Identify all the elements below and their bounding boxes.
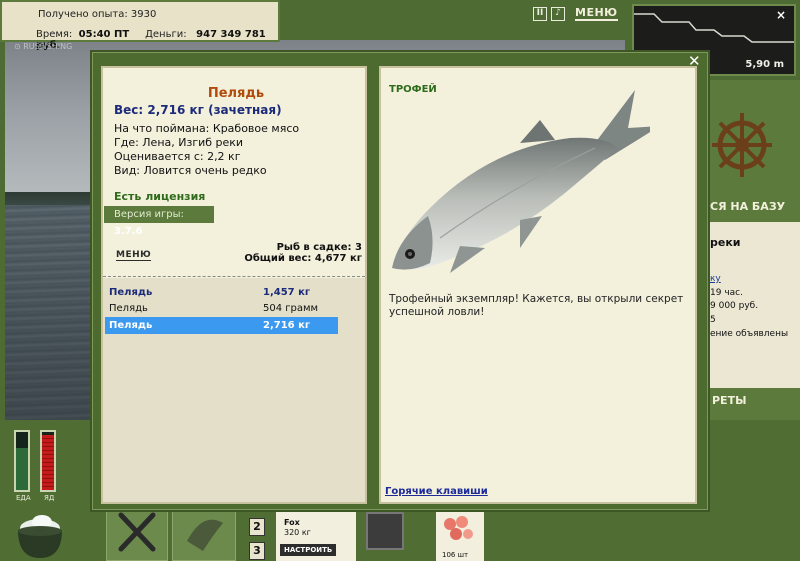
location-info-card: реки ку 19 час. 9 000 руб. 5 ение объявл… [708, 222, 800, 388]
location-fragment: реки [710, 236, 741, 249]
catch-row[interactable]: Пелядь 504 грамм [105, 300, 338, 317]
poison-level-bar [42, 434, 54, 490]
catch-fish-name: Пелядь [109, 287, 153, 298]
cage-fish-count: Рыб в садке: 3 [276, 242, 362, 253]
configure-button[interactable]: НАСТРОИТЬ [280, 544, 337, 556]
fish-rarity: Вид: Ловится очень редко [114, 164, 267, 177]
fish-name: Пелядь [207, 86, 265, 101]
fish-picture [392, 90, 650, 273]
experience-value: 3930 [130, 9, 157, 20]
time-value: 05:40 ПТ [78, 29, 130, 40]
bait-slot[interactable]: 106 шт [436, 512, 484, 561]
secrets-button[interactable]: РЕТЫ [712, 394, 746, 407]
shrimp-bait-icon [444, 516, 473, 540]
trophy-message: Трофейный экземпляр! Кажется, вы открыли… [389, 293, 684, 318]
main-menu-button[interactable]: МЕНЮ [575, 6, 618, 21]
tackle-slot[interactable]: Fox 320 кг НАСТРОИТЬ [276, 512, 356, 561]
catch-fish-weight: 2,716 кг [263, 320, 311, 331]
catch-row[interactable]: Пелядь 1,457 кг [105, 284, 338, 301]
location-link[interactable]: ку [710, 274, 721, 284]
experience-row: Получено опыта: 3930 [38, 9, 156, 20]
time-label: Время: [36, 29, 73, 40]
poison-gauge [40, 430, 56, 492]
cage-total-weight: Общий вес: 4,677 кг [244, 253, 362, 264]
trophy-threshold: Оценивается с: 2,2 кг [114, 150, 241, 163]
cauldron-icon[interactable] [10, 506, 70, 561]
caught-on-bait: На что поймана: Крабовое мясо [114, 122, 300, 135]
bait-count: 106 шт [442, 551, 469, 559]
slot-number-3[interactable]: 3 [249, 542, 265, 560]
money-label: Деньги: [145, 29, 187, 40]
version-value: 3.7.6 [114, 226, 143, 237]
info-line-1: 19 час. [710, 288, 743, 298]
catch-fish-weight: 1,457 кг [263, 287, 311, 298]
food-gauge [14, 430, 30, 492]
depth-value: 5,90 m [745, 59, 784, 70]
info-line-2: 9 000 руб. [710, 301, 759, 311]
sound-icon[interactable]: ♪ [551, 6, 565, 21]
list-divider [103, 276, 365, 277]
slot-number-2[interactable]: 2 [249, 518, 265, 536]
version-label: Версия игры: [114, 209, 184, 220]
catch-fish-name: Пелядь [109, 320, 153, 331]
info-line-4: ение объявлены [710, 329, 789, 339]
license-status: Есть лицензия [114, 190, 206, 203]
catch-fish-weight: 504 грамм [263, 303, 319, 314]
poison-label: ЯД [44, 494, 55, 502]
food-level-bar [16, 448, 28, 490]
catch-fish-name: Пелядь [109, 303, 148, 314]
tackle-weight: 320 кг [284, 528, 311, 537]
pause-icon[interactable]: II [533, 6, 547, 21]
ship-wheel-icon [712, 113, 772, 177]
top-controls: II ♪ МЕНЮ [533, 6, 618, 21]
catch-row-selected[interactable]: Пелядь 2,716 кг [105, 317, 338, 334]
hotkeys-link[interactable]: Горячие клавиши [385, 486, 488, 497]
go-to-base-button[interactable]: СЯ НА БАЗУ [710, 200, 785, 213]
tackle-name: Fox [284, 518, 300, 527]
depth-close-icon[interactable]: × [776, 8, 786, 22]
catch-location: Где: Лена, Изгиб реки [114, 136, 244, 149]
food-label: ЕДА [16, 494, 31, 502]
dialog-menu-button[interactable]: МЕНЮ [116, 250, 152, 261]
info-line-3: 5 [710, 315, 716, 325]
catch-list: Пелядь 1,457 кг Пелядь 504 грамм Пелядь … [103, 278, 365, 502]
watermark-logo: ⊙ RUSFISHING [14, 42, 73, 51]
fish-weight: Вес: 2,716 кг (зачетная) [114, 103, 282, 117]
reel-slot[interactable] [366, 512, 404, 550]
player-status-panel: Получено опыта: 3930 Время: 05:40 ПТ Ден… [0, 0, 280, 51]
game-version: Версия игры: 3.7.6 [104, 206, 214, 237]
experience-label: Получено опыта: [38, 9, 128, 20]
